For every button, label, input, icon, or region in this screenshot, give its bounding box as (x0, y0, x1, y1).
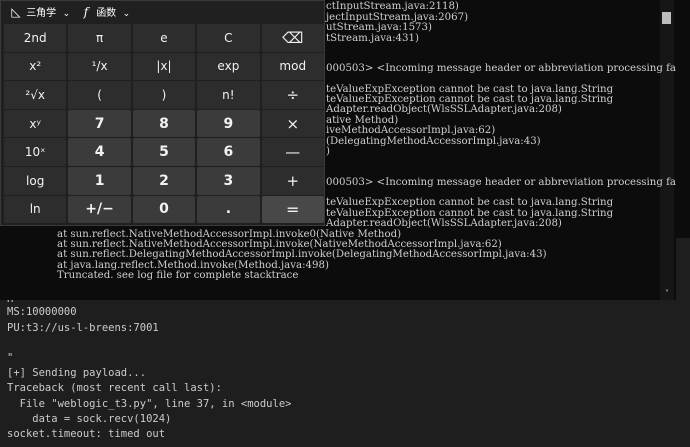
calculator-toolbar: ◺ 三角学 ⌄ f 函数 ⌄ (1, 1, 326, 23)
pi-button[interactable]: π (68, 24, 131, 52)
clear-button[interactable]: C (197, 24, 260, 52)
triangle-ruler-icon: ◺ (11, 5, 21, 19)
terminal-line: Traceback (most recent call last): (7, 382, 222, 394)
console-line: at sun.reflect.DelegatingMethodAccessorI… (57, 249, 547, 260)
terminal-line: " (7, 352, 14, 364)
negate-button[interactable]: +/− (68, 195, 131, 224)
reciprocal-button[interactable]: ¹/x (68, 52, 131, 81)
console-line: 000503> <Incoming message header or abbr… (326, 63, 676, 74)
terminal-line: MS:10000000 (7, 306, 77, 318)
factorial-button[interactable]: n! (197, 81, 260, 109)
function-label: 函数 (96, 8, 117, 19)
digit-8-button[interactable]: 8 (132, 109, 196, 138)
digit-1-button[interactable]: 1 (68, 166, 131, 195)
digit-9-button[interactable]: 9 (197, 109, 260, 138)
decimal-button[interactable]: . (197, 195, 260, 224)
exp-button[interactable]: exp (197, 52, 260, 81)
console-line: ctInputStream.java:2118) (326, 1, 459, 12)
second-button[interactable]: 2nd (4, 24, 67, 52)
console-line: tStream.java:431) (326, 33, 419, 44)
console-line: ) (326, 146, 330, 157)
digit-4-button[interactable]: 4 (68, 138, 131, 166)
digit-6-button[interactable]: 6 (197, 138, 260, 166)
chevron-down-icon: ⌄ (62, 9, 71, 19)
calculator-keypad: 2nd π e C ⌫ x² ¹/x |x| exp mod ²√x ( ) n… (4, 24, 324, 224)
equals-button[interactable]: = (261, 195, 324, 224)
console-line: 000503> <Incoming message header or abbr… (326, 177, 676, 188)
console-scroll-thumb[interactable] (662, 12, 671, 24)
digit-7-button[interactable]: 7 (68, 109, 131, 138)
log-button[interactable]: log (4, 166, 67, 195)
square-button[interactable]: x² (4, 52, 67, 81)
ln-button[interactable]: ln (4, 195, 67, 224)
power-button[interactable]: xʸ (4, 109, 67, 138)
trig-label: 三角学 (26, 8, 57, 19)
console-line: (DelegatingMethodAccessorImpl.java:43) (326, 136, 541, 147)
mod-button[interactable]: mod (261, 52, 324, 81)
terminal-line: socket.timeout: timed out (7, 428, 166, 440)
close-paren-button[interactable]: ) (132, 81, 196, 109)
console-scrollbar[interactable] (660, 0, 674, 300)
console-line: teValueExpException cannot be cast to ja… (326, 197, 614, 208)
digit-3-button[interactable]: 3 (197, 166, 260, 195)
plus-button[interactable]: + (261, 166, 324, 195)
console-line: Adapter.readObject(WlsSSLAdapter.java:20… (326, 218, 562, 229)
multiply-button[interactable]: × (261, 109, 324, 138)
sqrt-button[interactable]: ²√x (4, 81, 67, 109)
console-line: iveMethodAccessorImpl.java:62) (326, 125, 496, 136)
terminal-line: File "weblogic_t3.py", line 37, in <modu… (7, 398, 292, 410)
digit-0-button[interactable]: 0 (132, 195, 196, 224)
terminal-line: [+] Sending payload... (7, 367, 147, 379)
open-paren-button[interactable]: ( (68, 81, 131, 109)
terminal-line: PU:t3://us-l-breens:7001 (7, 322, 159, 334)
chevron-down-icon: ⌄ (122, 9, 131, 19)
scroll-down-icon[interactable]: ˅ (661, 289, 673, 299)
terminal-line: data = sock.recv(1024) (7, 413, 172, 425)
ten-power-button[interactable]: 10ˣ (4, 138, 67, 166)
calculator-window[interactable]: ◺ 三角学 ⌄ f 函数 ⌄ 2nd π e C ⌫ x² ¹/x |x| ex… (0, 0, 325, 226)
e-button[interactable]: e (132, 24, 196, 52)
digit-5-button[interactable]: 5 (132, 138, 196, 166)
divide-button[interactable]: ÷ (261, 81, 324, 109)
function-f-icon: f (83, 5, 89, 19)
backspace-button[interactable]: ⌫ (261, 24, 324, 52)
console-line: Adapter.readObject(WlsSSLAdapter.java:20… (326, 104, 562, 115)
digit-2-button[interactable]: 2 (132, 166, 196, 195)
abs-button[interactable]: |x| (132, 52, 196, 81)
console-line: utStream.java:1573) (326, 22, 432, 33)
console-line: Truncated. see log file for complete sta… (57, 270, 299, 281)
trig-dropdown[interactable]: ◺ 三角学 ⌄ (9, 4, 73, 20)
function-dropdown[interactable]: f 函数 ⌄ (79, 4, 133, 20)
minus-button[interactable]: — (261, 138, 324, 166)
